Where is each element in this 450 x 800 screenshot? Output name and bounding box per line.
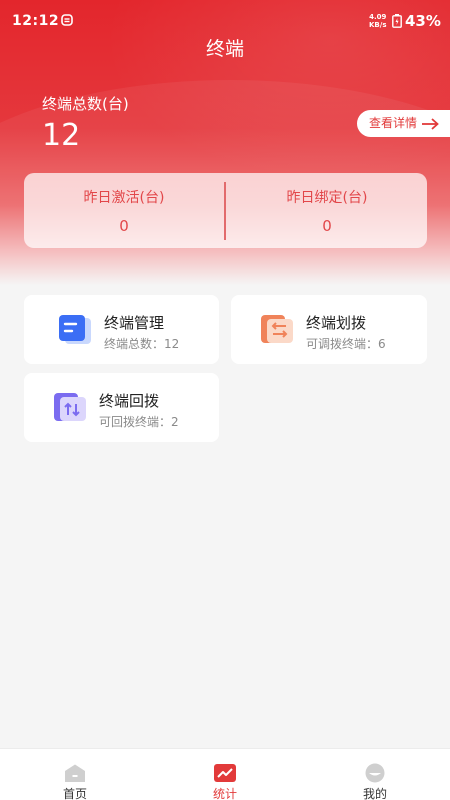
yesterday-bound: 昨日绑定(台) 0: [227, 173, 427, 248]
total-terminals-label: 终端总数(台): [42, 95, 129, 113]
transfer-arrows-icon: [261, 315, 293, 343]
nav-item-stats[interactable]: 统计: [150, 749, 300, 800]
view-details-button[interactable]: 查看详情: [357, 110, 450, 137]
tile-title: 终端管理: [104, 314, 165, 332]
nav-label-mine: 我的: [362, 787, 387, 800]
bottom-navigation: 首页 统计 我的: [0, 748, 450, 800]
terminal-management-tile[interactable]: 终端管理 终端总数：12: [24, 295, 219, 364]
page-title: 终端: [205, 38, 244, 60]
tile-title: 终端回拨: [99, 392, 160, 410]
battery-percent: 43%: [405, 12, 441, 30]
terminal-transfer-tile[interactable]: 终端划拨 可调拨终端：6: [231, 295, 427, 364]
network-speed: 4.09 KB/s: [369, 13, 386, 29]
yesterday-activated-label: 昨日激活(台): [83, 190, 165, 206]
view-details-label: 查看详情: [369, 116, 418, 130]
tile-subtitle: 终端总数：12: [104, 337, 180, 351]
document-list-icon: [59, 315, 91, 344]
network-speed-value: 4.09: [369, 13, 387, 21]
up-down-arrows-icon: [54, 393, 86, 421]
tile-subtitle: 可调拨终端：6: [306, 337, 386, 351]
nav-label-stats: 统计: [212, 787, 237, 800]
yesterday-activated-value: 0: [119, 217, 129, 235]
stats-divider: [224, 182, 226, 240]
battery-icon: [392, 14, 402, 28]
yesterday-activated: 昨日激活(台) 0: [24, 173, 224, 248]
home-icon: [65, 764, 85, 782]
yesterday-bound-label: 昨日绑定(台): [286, 190, 368, 206]
sync-icon: [61, 14, 73, 26]
chart-icon: [214, 764, 236, 782]
terminal-return-tile[interactable]: 终端回拨 可回拨终端：2: [24, 373, 219, 442]
yesterday-bound-value: 0: [322, 217, 332, 235]
tile-subtitle: 可回拨终端：2: [99, 415, 179, 429]
network-speed-unit: KB/s: [369, 21, 387, 29]
yesterday-stats-card: 昨日激活(台) 0 昨日绑定(台) 0: [24, 173, 427, 248]
nav-label-home: 首页: [62, 787, 87, 800]
total-terminals-value: 12: [42, 118, 81, 153]
tile-title: 终端划拨: [306, 314, 367, 332]
nav-item-mine[interactable]: 我的: [300, 749, 450, 800]
arrow-right-icon: [422, 117, 439, 130]
profile-icon: [365, 763, 385, 783]
nav-item-home[interactable]: 首页: [0, 749, 150, 800]
status-time: 12:12: [12, 13, 60, 29]
